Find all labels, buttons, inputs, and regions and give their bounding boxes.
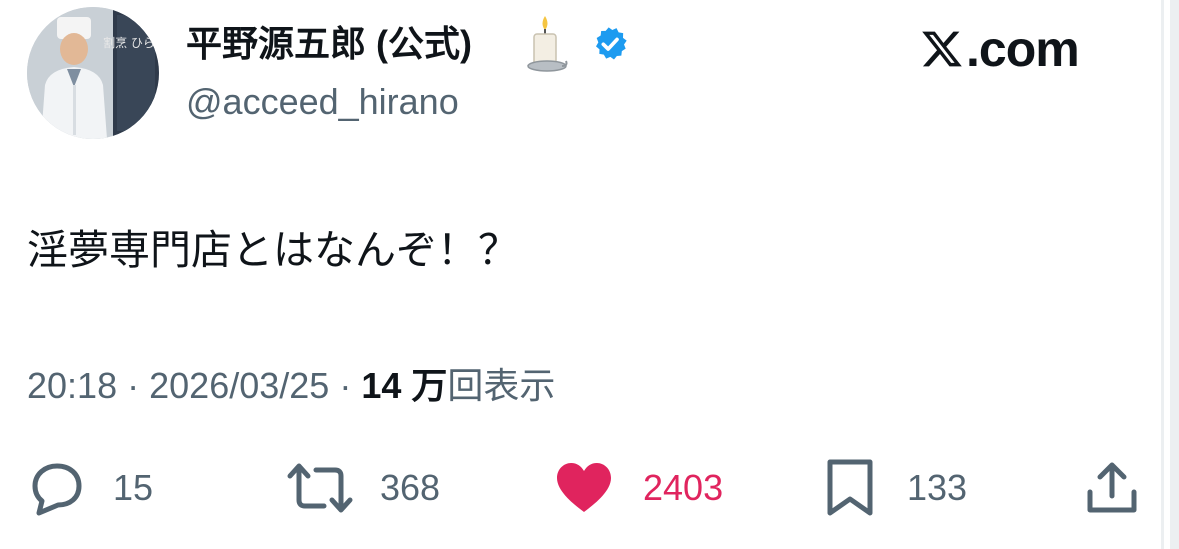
reply-count: 15 xyxy=(113,467,154,508)
avatar-image: 割烹 ひらの xyxy=(27,7,159,139)
bookmark-button[interactable]: 133 xyxy=(825,456,967,520)
tweet-meta: 20:18 · 2026/03/25 · 14 万回表示 xyxy=(27,364,555,408)
scrollbar-track xyxy=(1164,0,1170,549)
heart-icon xyxy=(557,463,611,512)
tweet-date[interactable]: 2026/03/25 xyxy=(149,365,329,406)
views-label: 回表示 xyxy=(447,365,556,406)
x-com-logo: .com xyxy=(920,21,1080,77)
meta-separator: · xyxy=(127,365,140,406)
x-logo-icon xyxy=(922,31,962,67)
site-label: .com xyxy=(966,21,1080,77)
repost-count: 368 xyxy=(380,467,441,508)
like-button[interactable]: 2403 xyxy=(555,456,723,520)
views-count: 14 万 xyxy=(361,365,448,406)
scrollbar[interactable] xyxy=(1161,0,1179,549)
reply-button[interactable]: 15 xyxy=(27,456,153,520)
bookmark-icon xyxy=(827,459,873,516)
action-bar: 15 368 2403 133 xyxy=(0,456,1160,520)
share-button[interactable] xyxy=(1084,456,1140,520)
tweet-time[interactable]: 20:18 xyxy=(27,365,117,406)
repost-button[interactable]: 368 xyxy=(286,456,440,520)
like-count: 2403 xyxy=(643,467,724,508)
reply-icon xyxy=(32,463,82,516)
verified-badge-icon xyxy=(596,27,627,60)
repost-icon xyxy=(287,463,353,513)
tweet-text: 淫夢専門店とはなんぞ！？ xyxy=(27,227,519,273)
share-icon xyxy=(1087,462,1137,513)
candle-icon xyxy=(527,16,568,72)
meta-separator: · xyxy=(339,365,352,406)
avatar[interactable]: 割烹 ひらの xyxy=(27,7,159,139)
author-handle[interactable]: @acceed_hirano xyxy=(186,80,459,124)
bookmark-count: 133 xyxy=(907,467,968,508)
author-display-name[interactable]: 平野源五郎 (公式) xyxy=(186,22,472,66)
avatar-sign-text: 割烹 ひらの xyxy=(103,35,159,50)
